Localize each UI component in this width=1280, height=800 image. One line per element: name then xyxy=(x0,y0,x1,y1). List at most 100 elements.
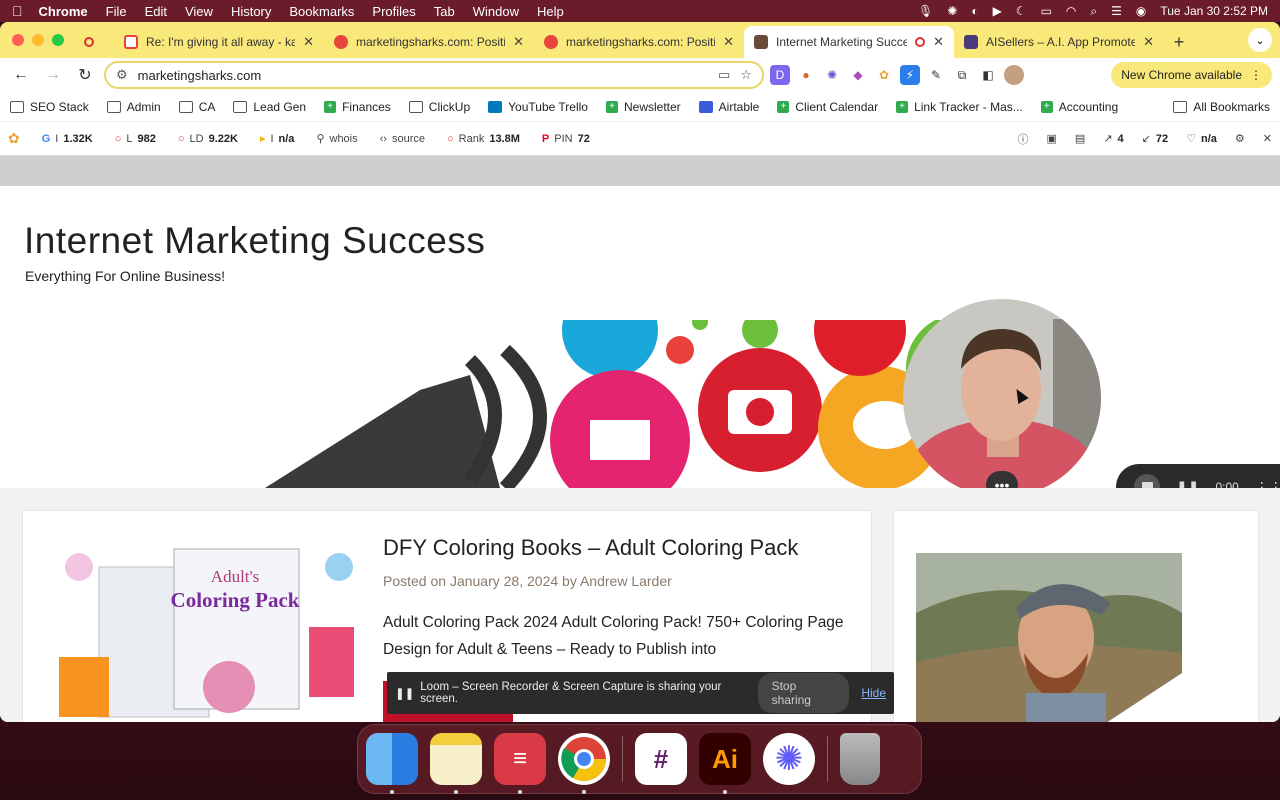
stop-sharing-button[interactable]: Stop sharing xyxy=(757,673,850,713)
post-date-link[interactable]: January 28, 2024 xyxy=(450,573,558,589)
post-author-link[interactable]: Andrew Larder xyxy=(580,573,672,589)
seo-metric-google-index[interactable]: G I 1.32K xyxy=(42,133,93,145)
microphone-icon[interactable]: 🎙 xyxy=(918,4,933,18)
bookmark-admin[interactable]: Admin xyxy=(106,100,161,114)
extension-chat-icon[interactable]: ◆ xyxy=(848,65,868,85)
menu-bookmarks[interactable]: Bookmarks xyxy=(289,4,354,19)
site-title[interactable]: Internet Marketing Success xyxy=(24,220,485,262)
url-text[interactable]: marketingsharks.com xyxy=(138,68,708,83)
slack-icon[interactable]: # xyxy=(635,733,687,785)
post-title-link[interactable]: DFY Coloring Books – Adult Coloring Pack xyxy=(383,535,798,561)
close-tab-icon[interactable]: ✕ xyxy=(1143,34,1154,50)
hide-notice-link[interactable]: Hide xyxy=(861,686,886,700)
close-tab-icon[interactable]: ✕ xyxy=(933,34,944,50)
tab-marketingsharks-1[interactable]: marketingsharks.com: Positio ✕ xyxy=(324,26,534,58)
menu-app-name[interactable]: Chrome xyxy=(39,4,88,19)
tab-marketingsharks-2[interactable]: marketingsharks.com: Positio ✕ xyxy=(534,26,744,58)
loom-icon[interactable]: ✺ xyxy=(763,733,815,785)
menu-edit[interactable]: Edit xyxy=(145,4,167,19)
seoquake-logo-icon[interactable]: ✿ xyxy=(8,130,20,147)
side-panel-icon[interactable]: ◧ xyxy=(978,65,998,85)
battery-icon[interactable]: ▭ xyxy=(1041,4,1052,18)
seo-whois[interactable]: ⚲ whois xyxy=(316,132,357,146)
notes-icon[interactable] xyxy=(430,733,482,794)
compare-icon[interactable]: ▤ xyxy=(1075,132,1085,145)
bookmark-link-tracker[interactable]: + Link Tracker - Mas... xyxy=(896,100,1023,114)
address-bar[interactable]: ⚙ marketingsharks.com ▭ ☆ xyxy=(104,61,764,89)
tab-gmail[interactable]: Re: I'm giving it all away - kai ✕ xyxy=(114,26,324,58)
extension-seo-icon[interactable]: ✿ xyxy=(874,65,894,85)
trash-icon[interactable] xyxy=(840,733,880,785)
extension-blue-icon[interactable]: ⚡ xyxy=(900,65,920,85)
extension-pen-icon[interactable]: ✎ xyxy=(926,65,946,85)
seo-metric-rank[interactable]: ○ Rank 13.8M xyxy=(447,133,520,145)
extension-d-icon[interactable]: D xyxy=(770,65,790,85)
reload-icon[interactable]: ↻ xyxy=(72,62,98,88)
webcam-bubble[interactable] xyxy=(903,299,1101,497)
density-icon[interactable]: ▣ xyxy=(1047,132,1057,145)
bookmark-lead-gen[interactable]: Lead Gen xyxy=(233,100,306,114)
seo-metric-links[interactable]: ○ L 982 xyxy=(115,133,156,145)
bookmark-accounting[interactable]: + Accounting xyxy=(1040,100,1118,114)
seo-source[interactable]: ‹› source xyxy=(380,133,425,145)
menu-view[interactable]: View xyxy=(185,4,213,19)
close-tab-icon[interactable]: ✕ xyxy=(303,34,314,50)
clock-datetime[interactable]: Tue Jan 30 2:52 PM xyxy=(1160,4,1268,18)
menu-help[interactable]: Help xyxy=(537,4,564,19)
seo-social[interactable]: ♡ n/a xyxy=(1186,132,1217,146)
tab-recording[interactable] xyxy=(74,26,114,58)
finder-icon[interactable] xyxy=(366,733,418,794)
expressvpn-icon[interactable]: ≡ xyxy=(494,733,546,794)
close-seobar-icon[interactable]: ✕ xyxy=(1263,132,1272,145)
menu-history[interactable]: History xyxy=(231,4,271,19)
post-thumbnail[interactable]: Adult's Coloring Pack xyxy=(49,527,359,722)
settings-gear-icon[interactable]: ⚙ xyxy=(1235,132,1245,145)
extensions-puzzle-icon[interactable]: ⧉ xyxy=(952,65,972,85)
close-tab-icon[interactable]: ✕ xyxy=(723,34,734,50)
bookmark-seo-stack[interactable]: SEO Stack xyxy=(10,100,89,114)
extension-reddit-icon[interactable]: ● xyxy=(796,65,816,85)
menu-window[interactable]: Window xyxy=(473,4,519,19)
bookmark-ca[interactable]: CA xyxy=(178,100,215,114)
tab-internet-marketing-success[interactable]: Internet Marketing Succe ✕ xyxy=(744,26,954,58)
bookmark-finances[interactable]: + Finances xyxy=(324,100,391,114)
siri-icon[interactable]: ◉ xyxy=(1136,4,1146,18)
menu-tab[interactable]: Tab xyxy=(434,4,455,19)
express-icon[interactable]: ◐ xyxy=(971,4,978,18)
close-window-button[interactable] xyxy=(12,34,24,46)
bookmark-youtube-trello[interactable]: YouTube Trello xyxy=(488,100,588,114)
extension-star-icon[interactable]: ✺ xyxy=(822,65,842,85)
illustrator-icon[interactable]: Ai xyxy=(699,733,751,794)
all-bookmarks-button[interactable]: All Bookmarks xyxy=(1173,100,1270,114)
info-icon[interactable]: ⓘ xyxy=(1018,131,1029,147)
apple-icon[interactable]:  xyxy=(12,3,23,19)
search-icon[interactable]: ⌕ xyxy=(1090,4,1097,19)
minimize-window-button[interactable] xyxy=(32,34,44,46)
menu-file[interactable]: File xyxy=(106,4,127,19)
bookmark-newsletter[interactable]: + Newsletter xyxy=(605,100,681,114)
tab-search-chevron-icon[interactable]: ⌄ xyxy=(1248,28,1272,52)
zoom-window-button[interactable] xyxy=(52,34,64,46)
bookmark-airtable[interactable]: Airtable xyxy=(698,100,759,114)
new-tab-button[interactable]: + xyxy=(1164,26,1194,58)
tab-aisellers[interactable]: AISellers – A.I. App Promotes ✕ xyxy=(954,26,1164,58)
seo-metric-bing-index[interactable]: ▸ In/a xyxy=(260,132,295,146)
bookmark-clickup[interactable]: ClickUp xyxy=(408,100,470,114)
star-icon[interactable]: ☆ xyxy=(740,67,752,83)
seo-metric-linking-domains[interactable]: ○ LD 9.22K xyxy=(178,133,238,145)
more-vertical-icon[interactable]: ⋮ xyxy=(1250,68,1262,82)
close-tab-icon[interactable]: ✕ xyxy=(513,34,524,50)
back-arrow-icon[interactable]: ← xyxy=(8,62,34,88)
play-icon[interactable]: ▶ xyxy=(993,4,1002,18)
profile-avatar[interactable] xyxy=(1004,65,1024,85)
moon-icon[interactable]: ☾ xyxy=(1016,4,1027,18)
menu-profiles[interactable]: Profiles xyxy=(372,4,415,19)
control-center-icon[interactable]: ☰ xyxy=(1111,4,1122,18)
new-chrome-available-button[interactable]: New Chrome available ⋮ xyxy=(1111,62,1272,88)
wifi-icon[interactable]: ◠ xyxy=(1066,4,1076,18)
chrome-icon[interactable] xyxy=(558,733,610,794)
seo-metric-pinterest[interactable]: P PIN 72 xyxy=(542,133,590,145)
seo-external-links[interactable]: ↗ 4 xyxy=(1103,132,1123,146)
site-info-icon[interactable]: ⚙ xyxy=(116,67,128,83)
camera-icon[interactable]: ▭ xyxy=(718,67,730,83)
